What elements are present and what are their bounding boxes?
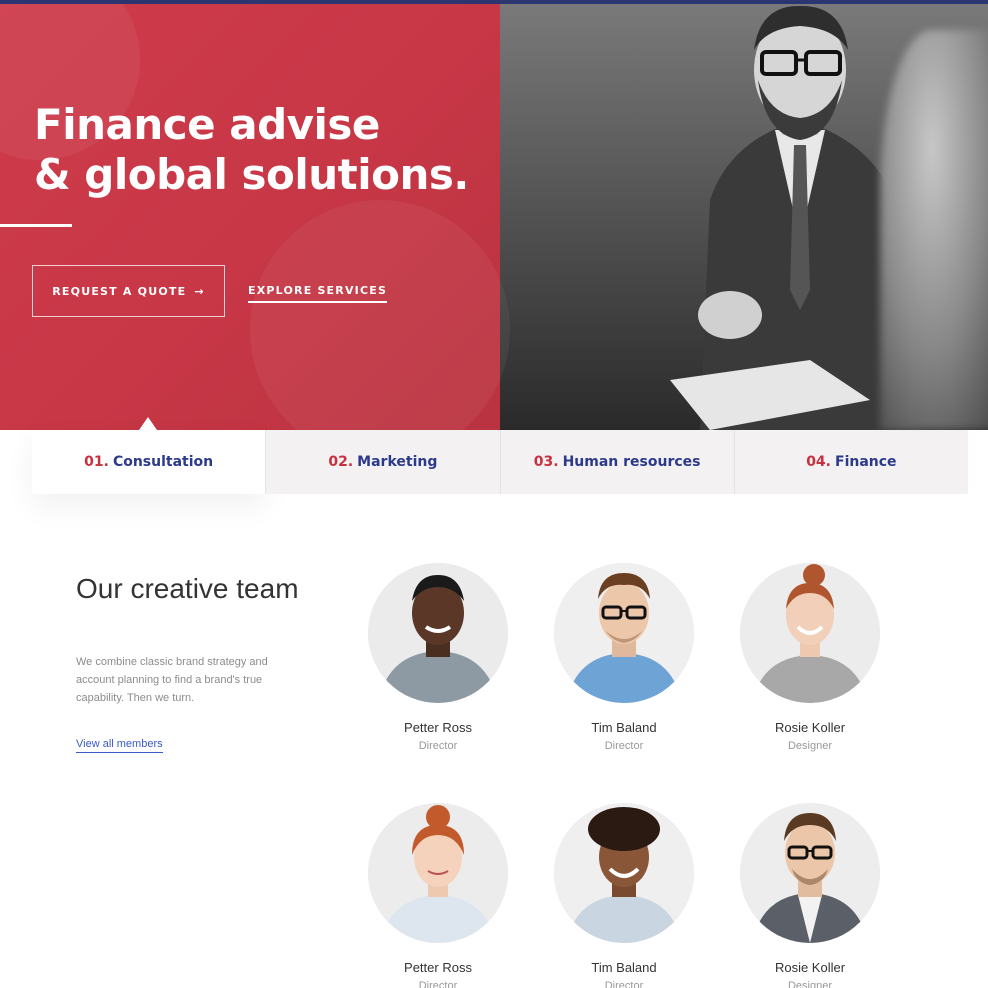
hero-divider: [0, 224, 72, 227]
hero-red-panel: Finance advise & global solutions. REQUE…: [0, 0, 510, 430]
person-portrait: [554, 563, 694, 703]
person-portrait: [554, 803, 694, 943]
member-name: Tim Baland: [591, 720, 657, 735]
member-name: Petter Ross: [404, 960, 472, 975]
tab-label: Consultation: [112, 454, 214, 470]
tab-marketing[interactable]: 02. Marketing: [266, 430, 501, 494]
person-portrait: [368, 803, 508, 943]
member-name: Tim Baland: [591, 960, 657, 975]
tab-number: 03.: [533, 454, 559, 470]
avatar[interactable]: [368, 563, 508, 703]
avatar[interactable]: [368, 803, 508, 943]
active-tab-pointer: [139, 417, 157, 430]
member-role: Director: [418, 740, 458, 752]
tab-consultation[interactable]: 01. Consultation: [32, 430, 267, 494]
tab-number: 04.: [806, 454, 831, 470]
member-role: Director: [418, 980, 458, 988]
tab-number: 02.: [328, 454, 354, 470]
team-member-card: Tim Baland Director: [544, 803, 704, 988]
person-portrait: [740, 803, 880, 943]
team-member-card: Petter Ross Director: [358, 563, 518, 752]
member-role: Director: [604, 740, 644, 752]
arrow-right-icon: →: [194, 284, 205, 298]
avatar[interactable]: [554, 803, 694, 943]
tab-human-resources[interactable]: 03. Human resources: [500, 430, 735, 494]
avatar[interactable]: [740, 563, 880, 703]
avatar[interactable]: [554, 563, 694, 703]
member-role: Designer: [787, 740, 833, 752]
team-member-card: Tim Baland Director: [544, 563, 704, 752]
member-name: Petter Ross: [404, 720, 472, 735]
member-name: Rosie Koller: [774, 720, 846, 735]
team-member-card: Petter Ross Director: [358, 803, 518, 988]
tab-number: 01.: [84, 454, 109, 470]
avatar[interactable]: [740, 803, 880, 943]
member-role: Designer: [787, 980, 833, 988]
tab-label: Finance: [835, 454, 897, 470]
person-portrait: [740, 563, 880, 703]
team-member-card: Rosie Koller Designer: [730, 563, 890, 752]
member-name: Rosie Koller: [774, 960, 846, 975]
hero-title: Finance advise & global solutions.: [34, 100, 469, 199]
request-quote-label: REQUEST A QUOTE: [52, 284, 187, 298]
tab-finance[interactable]: 04. Finance: [734, 430, 968, 494]
view-all-members-link[interactable]: View all members: [76, 738, 163, 753]
member-role: Director: [604, 980, 644, 988]
hero-section: Finance advise & global solutions. REQUE…: [0, 0, 988, 430]
team-description: We combine classic brand strategy and ac…: [76, 656, 268, 704]
request-quote-button[interactable]: REQUEST A QUOTE →: [32, 265, 225, 317]
tab-label: Human resources: [562, 454, 701, 470]
hero-photo: [500, 0, 988, 430]
services-tabs: 01. Consultation 02. Marketing 03. Human…: [32, 430, 968, 494]
team-title: Our creative team: [76, 573, 299, 604]
explore-services-link[interactable]: EXPLORE SERVICES: [248, 284, 388, 303]
person-portrait: [368, 563, 508, 703]
tab-label: Marketing: [357, 454, 438, 470]
top-accent-line: [0, 0, 988, 4]
team-member-card: Rosie Koller Designer: [730, 803, 890, 988]
